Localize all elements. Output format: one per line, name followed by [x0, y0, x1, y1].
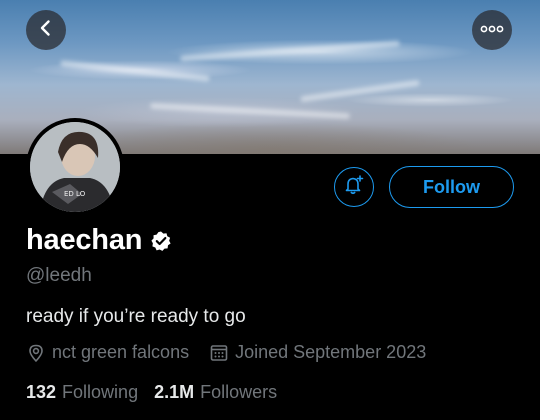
follow-stats-row: 132 Following 2.1M Followers: [26, 382, 277, 403]
followers-stat-link[interactable]: 2.1M Followers: [154, 382, 277, 403]
profile-bio: ready if you’re ready to go: [26, 306, 246, 327]
avatar[interactable]: ED LO: [26, 118, 124, 216]
profile-screen: ED LO Follow haechan @leedh ready if you…: [0, 0, 540, 420]
followers-count: 2.1M: [154, 382, 195, 402]
calendar-icon: [209, 343, 229, 363]
display-name: haechan: [26, 224, 143, 256]
joined-date-item: Joined September 2023: [209, 342, 426, 363]
follow-button[interactable]: Follow: [389, 166, 514, 208]
chevron-left-icon: [36, 18, 56, 43]
back-button[interactable]: [26, 10, 66, 50]
more-options-button[interactable]: [472, 10, 512, 50]
location-pin-icon: [26, 343, 46, 363]
following-label: Following: [62, 382, 139, 402]
location-text: nct green falcons: [52, 342, 190, 362]
followers-label: Followers: [200, 382, 278, 402]
username-handle: @leedh: [26, 265, 92, 286]
following-count: 132: [26, 382, 57, 402]
verified-badge-icon[interactable]: [150, 230, 172, 252]
svg-text:ED LO: ED LO: [64, 190, 86, 198]
profile-meta-row: nct green falcons Joined September 2023: [26, 342, 426, 363]
name-row: haechan: [26, 224, 172, 257]
joined-date-text: Joined September 2023: [235, 342, 427, 362]
bell-plus-icon: [343, 174, 365, 201]
more-horizontal-icon: [480, 21, 504, 39]
notifications-button[interactable]: [334, 167, 374, 207]
following-stat-link[interactable]: 132 Following: [26, 382, 138, 403]
location-item: nct green falcons: [26, 342, 189, 363]
avatar-image: ED LO: [30, 122, 120, 212]
